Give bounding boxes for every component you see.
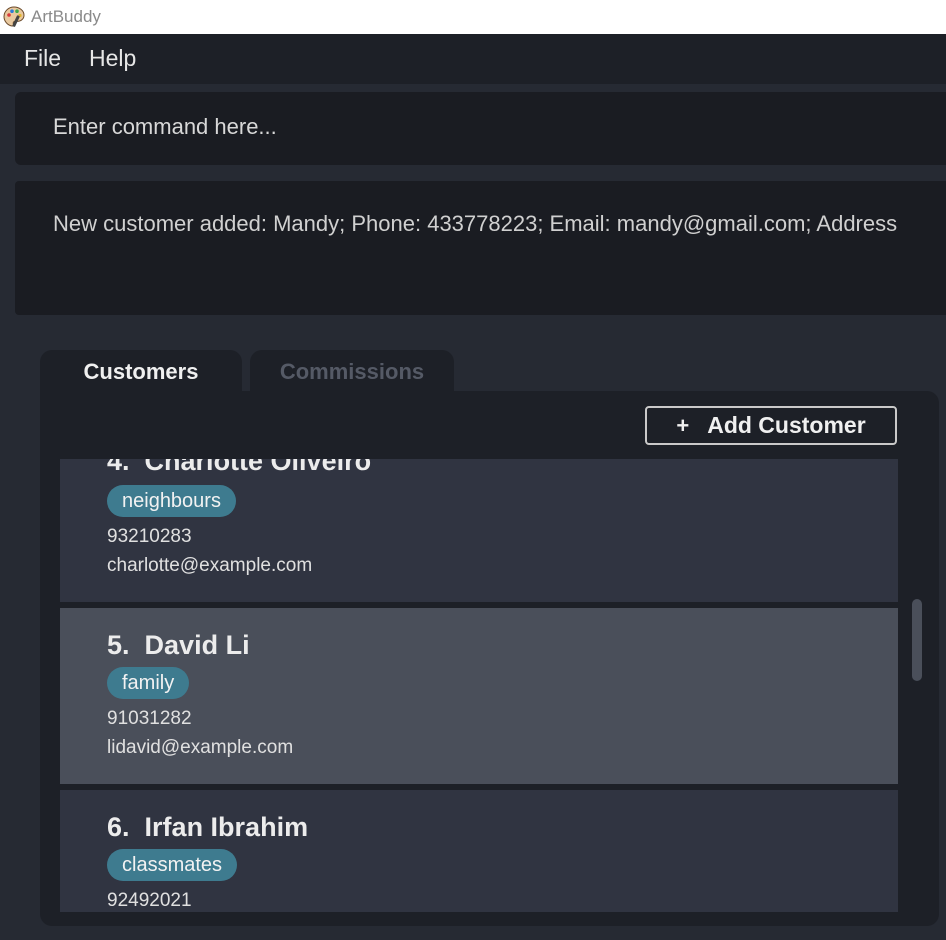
customer-card[interactable]: 4. Charlotte Oliveiro neighbours 9321028… [60, 459, 898, 602]
customer-phone: 91031282 [107, 708, 192, 729]
command-box[interactable]: Enter command here... [15, 92, 946, 165]
palette-icon [3, 6, 25, 27]
add-customer-button[interactable]: + Add Customer [645, 406, 897, 445]
customer-tag: family [107, 667, 190, 699]
add-customer-label: Add Customer [707, 412, 866, 438]
command-input[interactable]: Enter command here... [53, 114, 277, 140]
customer-name: 6. Irfan Ibrahim [107, 812, 309, 842]
customer-tag: classmates [107, 849, 238, 881]
customer-card[interactable]: 6. Irfan Ibrahim classmates 92492021 [60, 790, 898, 912]
customer-card[interactable]: 5. David Li family 91031282 lidavid@exam… [60, 608, 898, 784]
list-scrollbar[interactable] [912, 599, 922, 681]
title-bar: ArtBuddy [0, 0, 946, 34]
customer-name: 5. David Li [107, 630, 250, 660]
customer-tag: neighbours [107, 485, 236, 517]
tab-customers[interactable]: Customers [40, 350, 242, 392]
customer-name: 4. Charlotte Oliveiro [107, 459, 372, 476]
tab-commissions[interactable]: Commissions [250, 350, 454, 392]
customer-list[interactable]: 4. Charlotte Oliveiro neighbours 9321028… [60, 459, 898, 912]
menu-help[interactable]: Help [89, 45, 136, 72]
menu-file[interactable]: File [24, 45, 61, 72]
customer-phone: 93210283 [107, 526, 192, 547]
menu-bar: File Help [0, 34, 946, 84]
customer-phone: 92492021 [107, 890, 192, 911]
result-text: New customer added: Mandy; Phone: 433778… [53, 211, 898, 236]
app-title: ArtBuddy [31, 7, 101, 26]
plus-icon: + [676, 412, 690, 438]
customer-email: charlotte@example.com [107, 555, 313, 576]
result-display: New customer added: Mandy; Phone: 433778… [15, 181, 946, 315]
customer-email: lidavid@example.com [107, 737, 294, 758]
